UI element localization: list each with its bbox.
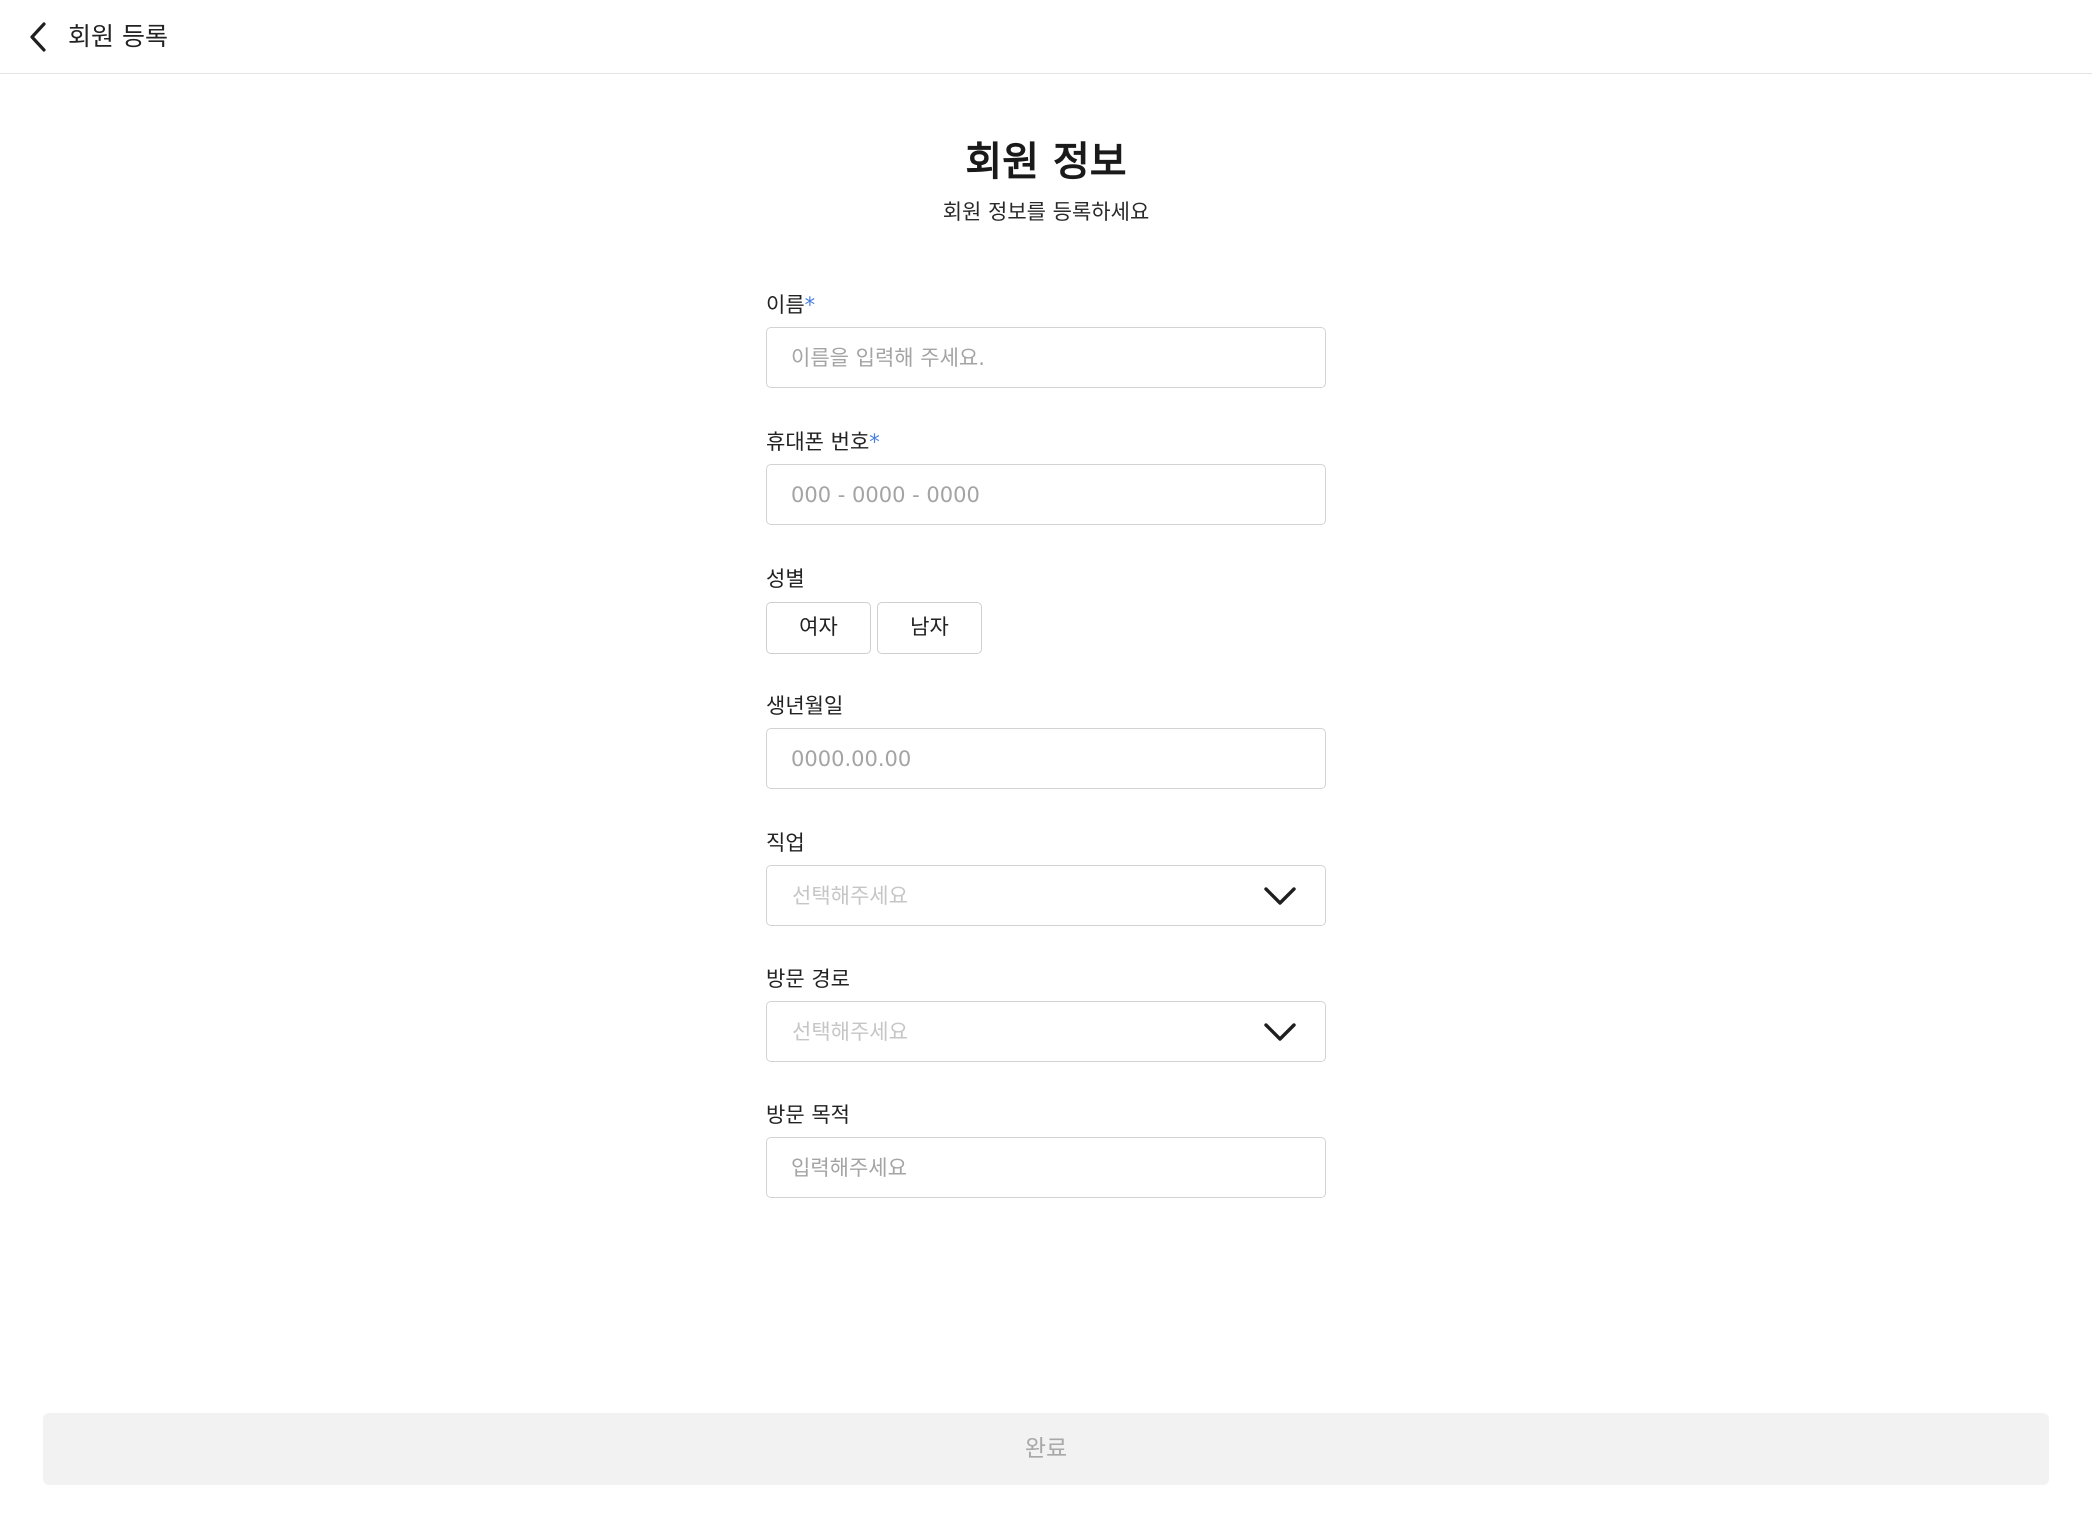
- visit-purpose-label: 방문 목적: [766, 1103, 850, 1127]
- visit-route-label: 방문 경로: [766, 967, 850, 991]
- top-bar: 회원 등록: [0, 0, 2092, 74]
- phone-label-text: 휴대폰 번호: [766, 430, 870, 454]
- required-mark: *: [869, 430, 880, 454]
- name-input[interactable]: [766, 327, 1326, 388]
- back-button[interactable]: [24, 21, 52, 53]
- complete-button[interactable]: 완료: [43, 1413, 2049, 1485]
- required-mark: *: [804, 293, 816, 317]
- birthdate-label: 생년월일: [766, 694, 844, 718]
- gender-female-button[interactable]: 여자: [766, 602, 871, 654]
- form-subtitle: 회원 정보를 등록하세요: [942, 200, 1150, 224]
- chevron-left-icon: [30, 22, 46, 52]
- name-label: 이름*: [766, 291, 815, 319]
- visit-purpose-input[interactable]: [766, 1137, 1326, 1198]
- visit-route-select[interactable]: 선택해주세요: [766, 1001, 1326, 1062]
- visit-route-select-value: 선택해주세요: [792, 1020, 908, 1044]
- job-select-value: 선택해주세요: [792, 884, 908, 908]
- page-title: 회원 등록: [68, 22, 168, 51]
- phone-input[interactable]: [766, 464, 1326, 525]
- form-title: 회원 정보: [965, 139, 1127, 185]
- chevron-down-icon: [1264, 1023, 1296, 1041]
- chevron-down-icon: [1264, 887, 1296, 905]
- gender-male-button[interactable]: 남자: [877, 602, 982, 654]
- phone-label: 휴대폰 번호*: [766, 428, 880, 456]
- job-select[interactable]: 선택해주세요: [766, 865, 1326, 926]
- name-label-text: 이름: [766, 293, 805, 317]
- job-label: 직업: [766, 831, 805, 855]
- gender-label: 성별: [766, 567, 805, 591]
- birthdate-input[interactable]: [766, 728, 1326, 789]
